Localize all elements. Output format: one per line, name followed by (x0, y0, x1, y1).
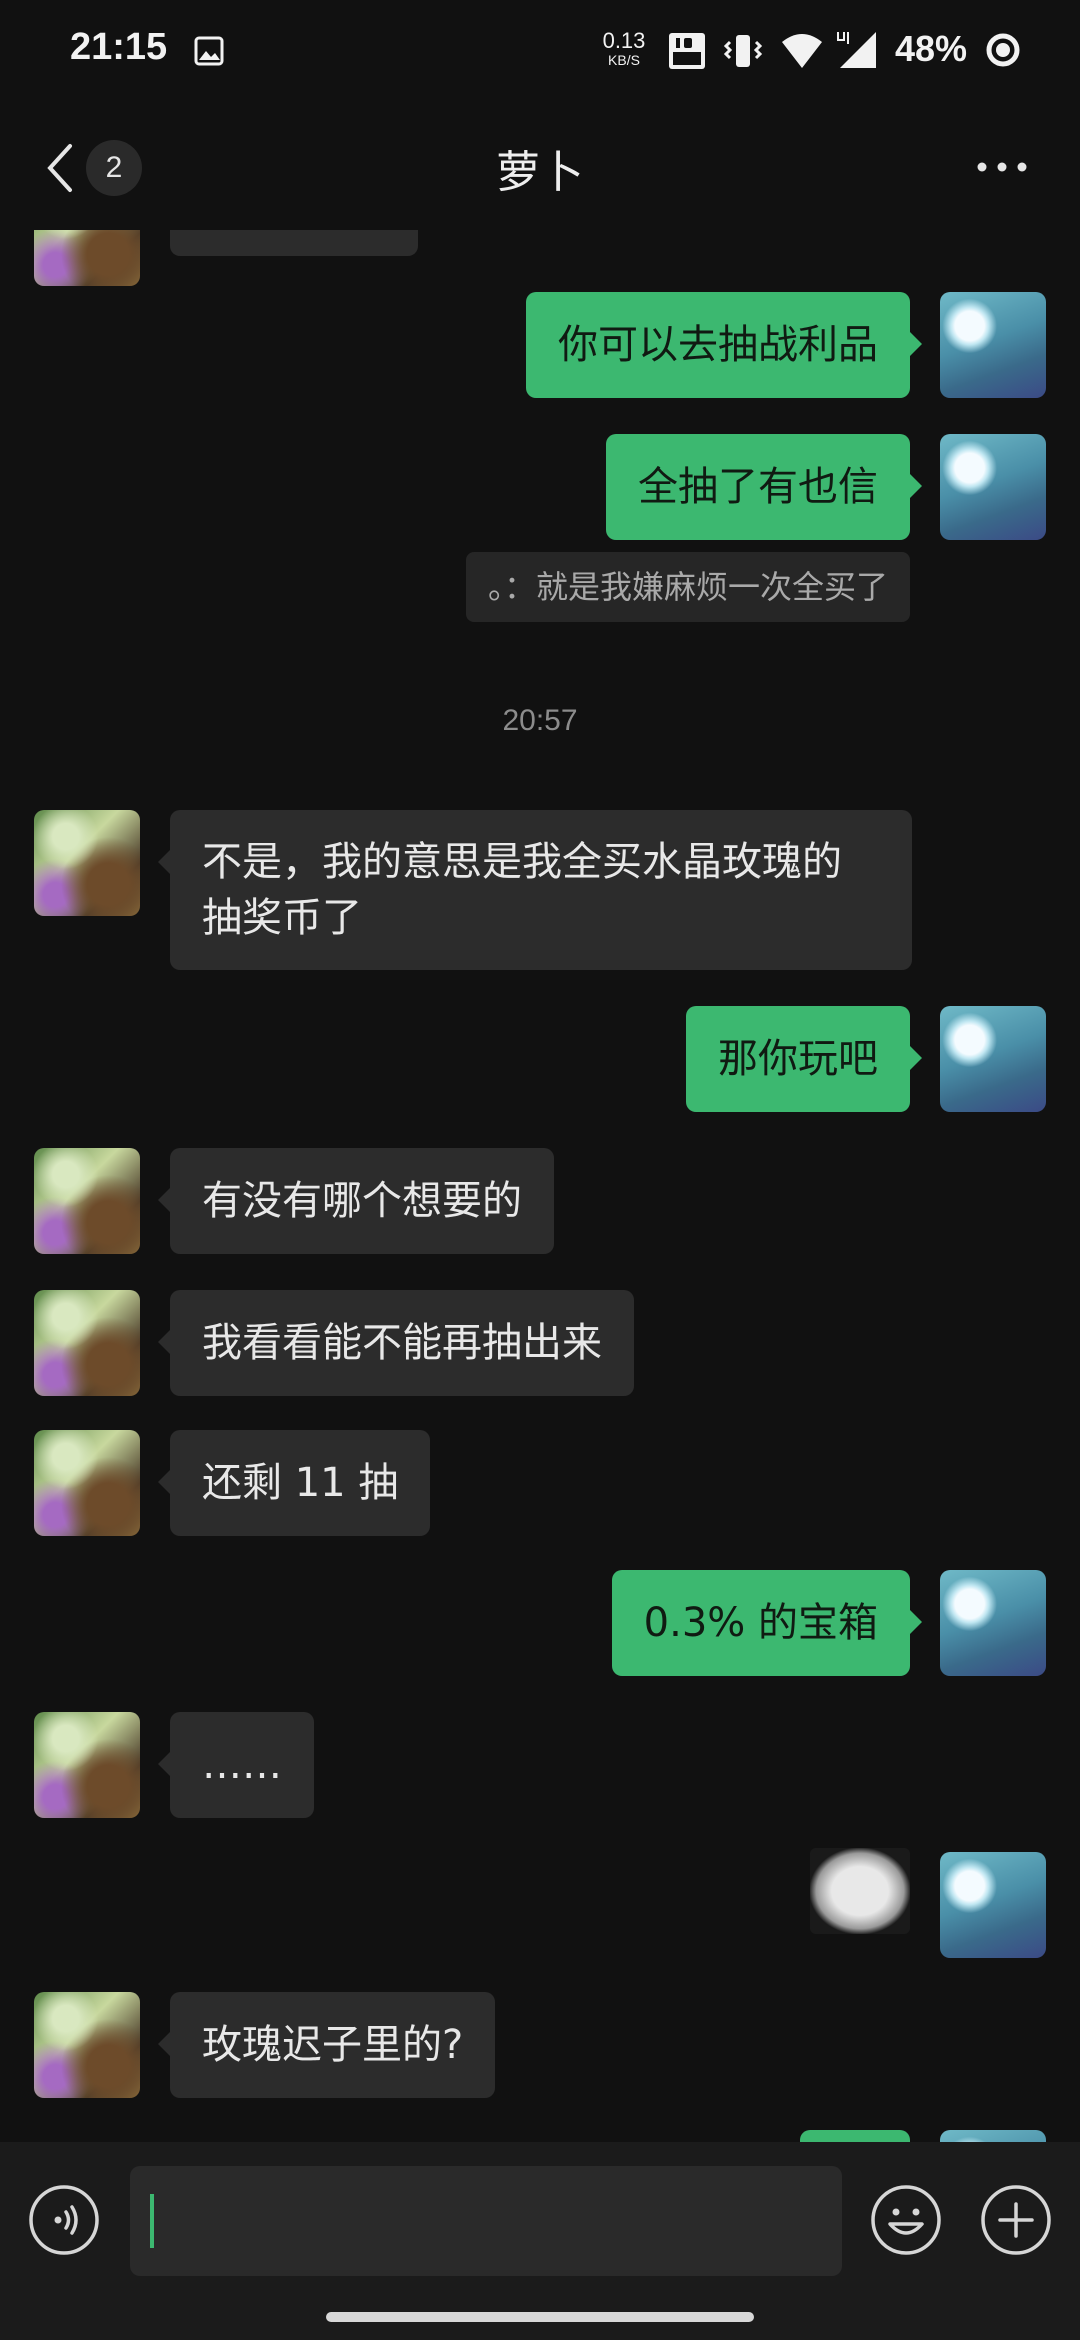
message-bubble-peer[interactable]: 我看看能不能再抽出来 (158, 1290, 634, 1396)
network-speed-unit: KB/S (608, 52, 640, 68)
sticker-message[interactable] (810, 1848, 910, 1934)
self-avatar[interactable] (940, 1006, 1046, 1112)
quoted-message[interactable]: 。：就是我嫌麻烦一次全买了 (465, 552, 910, 622)
message-bubble-peer[interactable]: 还剩 11 抽 (157, 1430, 431, 1536)
network-speed: 0.13 KB/S (598, 28, 650, 69)
peer-avatar[interactable] (34, 230, 140, 286)
message-bubble-peer[interactable]: …… (158, 1712, 314, 1818)
self-avatar[interactable] (940, 2130, 1046, 2142)
message-bubble-partial (170, 230, 418, 256)
self-avatar[interactable] (940, 1852, 1046, 1958)
message-bubble-peer[interactable]: 不是，我的意思是我全买水晶玫瑰的抽奖币了 (158, 810, 912, 970)
peer-avatar[interactable] (34, 1992, 140, 2098)
message-bubble-peer[interactable]: 玫瑰迟子里的? (157, 1992, 496, 2098)
message-bubble-self[interactable]: 你可以去抽战利品 (526, 292, 922, 398)
peer-avatar[interactable] (34, 1148, 140, 1254)
battery-icon (986, 33, 1020, 67)
status-time: 21:15 (70, 26, 168, 68)
self-avatar[interactable] (940, 1570, 1046, 1676)
message-bubble-self[interactable]: 那你玩吧 (686, 1006, 922, 1112)
status-bar: 21:15 0.13 KB/S 48% (0, 0, 1080, 100)
chat-title: 萝卜 (496, 147, 584, 198)
gallery-icon (194, 36, 224, 66)
battery-percent: 48% (895, 28, 968, 69)
plus-icon[interactable] (980, 2184, 1052, 2256)
home-indicator[interactable] (326, 2312, 754, 2322)
message-bubble-self[interactable]: 0.3% 的宝箱 (611, 1570, 923, 1676)
volte-icon (669, 33, 705, 69)
peer-avatar[interactable] (34, 810, 140, 916)
wifi-icon (782, 34, 822, 68)
network-speed-value: 0.13 (602, 28, 646, 53)
message-bubble-peer[interactable]: 有没有哪个想要的 (158, 1148, 554, 1254)
voice-icon[interactable] (28, 2184, 100, 2256)
timestamp: 20:57 (502, 704, 578, 737)
message-list[interactable]: 你可以去抽战利品 全抽了有也信 。：就是我嫌麻烦一次全买了 20:57 不是，我… (0, 230, 1080, 2142)
message-input[interactable] (130, 2166, 842, 2276)
peer-avatar[interactable] (34, 1712, 140, 1818)
self-avatar[interactable] (940, 292, 1046, 398)
message-bubble-partial[interactable] (800, 2130, 910, 2142)
peer-avatar[interactable] (34, 1430, 140, 1536)
message-bubble-self[interactable]: 全抽了有也信 (606, 434, 922, 540)
input-bar (0, 2142, 1080, 2340)
self-avatar[interactable] (940, 434, 1046, 540)
peer-avatar[interactable] (34, 1290, 140, 1396)
text-caret (150, 2194, 154, 2248)
cellular-signal-icon (836, 30, 876, 68)
emoji-icon[interactable] (870, 2184, 942, 2256)
vibrate-icon (723, 35, 763, 67)
